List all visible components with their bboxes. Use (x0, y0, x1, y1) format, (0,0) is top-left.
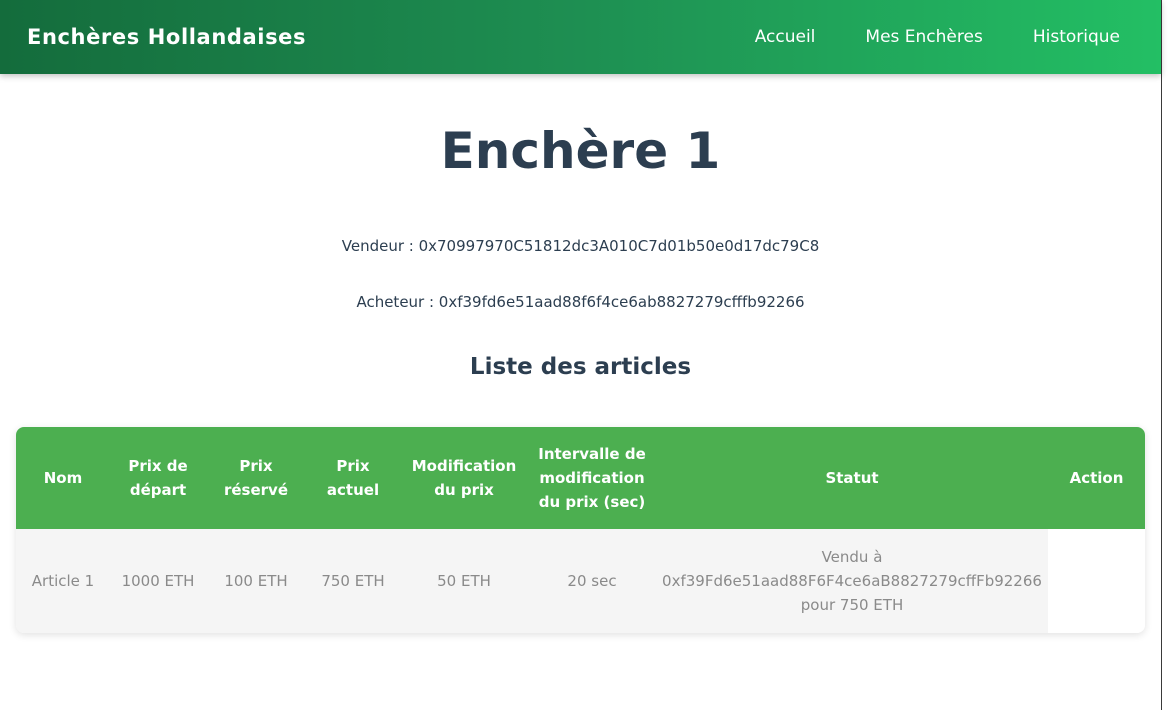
column-header-nom: Nom (43, 469, 83, 487)
column-header-intervalle: Intervalle de modification du prix (sec) (538, 445, 646, 511)
column-header-prix-reserve: Prix réservé (223, 457, 289, 499)
cell-nom: Article 1 (16, 529, 110, 633)
nav-links: Accueil Mes Enchères Historique (755, 27, 1134, 47)
buyer-address: Acheteur : 0xf39fd6e51aad88f6f4ce6ab8827… (356, 293, 805, 311)
cell-prix-depart: 1000 ETH (110, 529, 206, 633)
cell-prix-reserve: 100 ETH (206, 529, 306, 633)
navbar: Enchères Hollandaises Accueil Mes Enchèr… (0, 0, 1161, 74)
page: Enchères Hollandaises Accueil Mes Enchèr… (0, 0, 1169, 710)
brand-logo-text[interactable]: Enchères Hollandaises (27, 25, 306, 49)
adjacent-window-edge (1161, 0, 1169, 710)
page-title: Enchère 1 (440, 122, 721, 180)
articles-table: Nom Prix de départ Prix réservé Prix act… (16, 427, 1145, 633)
table-header-row: Nom Prix de départ Prix réservé Prix act… (16, 427, 1145, 529)
table-row: Article 1 1000 ETH 100 ETH 750 ETH 50 ET… (16, 529, 1145, 633)
seller-address: Vendeur : 0x70997970C51812dc3A010C7d01b5… (341, 237, 820, 255)
articles-list-title: Liste des articles (469, 354, 692, 380)
column-header-prix-depart: Prix de départ (128, 457, 188, 499)
nav-link-accueil[interactable]: Accueil (755, 27, 816, 47)
nav-link-mes-encheres[interactable]: Mes Enchères (865, 27, 982, 47)
cell-action (1048, 529, 1145, 633)
column-header-statut: Statut (825, 469, 879, 487)
articles-table-container: Nom Prix de départ Prix réservé Prix act… (16, 427, 1145, 633)
nav-link-historique[interactable]: Historique (1033, 27, 1120, 47)
cell-prix-actuel: 750 ETH (306, 529, 400, 633)
column-header-prix-actuel: Prix actuel (326, 457, 380, 499)
cell-statut: Vendu à 0xf39Fd6e51aad88F6F4ce6aB8827279… (656, 529, 1048, 633)
column-header-modification: Modification du prix (411, 457, 517, 499)
status-text: Vendu à 0xf39Fd6e51aad88F6F4ce6aB8827279… (662, 548, 1042, 614)
column-header-action: Action (1069, 469, 1124, 487)
cell-intervalle: 20 sec (528, 529, 656, 633)
cell-modification: 50 ETH (400, 529, 528, 633)
